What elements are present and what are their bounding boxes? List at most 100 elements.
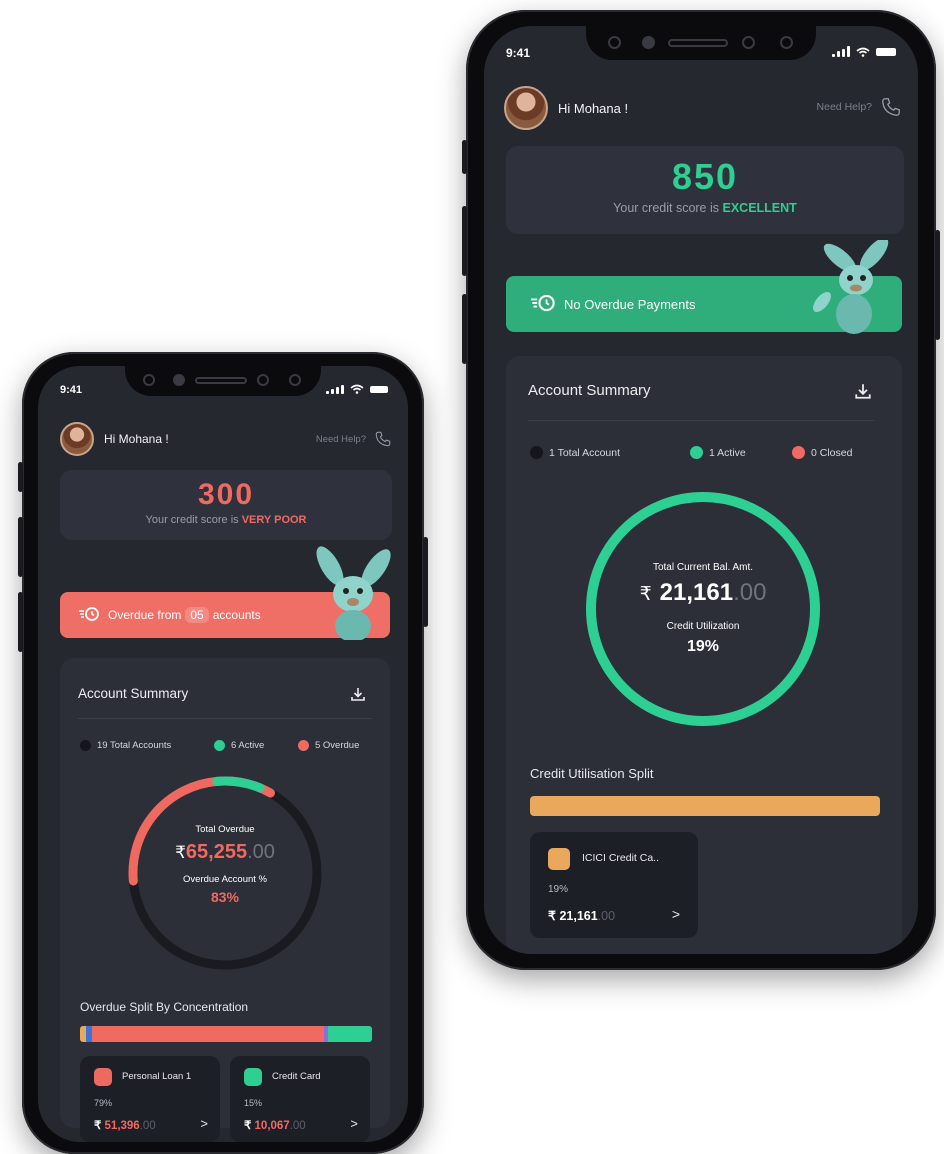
legend-label: 0 Closed: [811, 446, 853, 459]
clock-list-icon: [78, 606, 100, 625]
account-tile-icici-credit-card[interactable]: ICICI Credit Ca.. 19% ₹ 21,161.00 >: [530, 832, 698, 938]
need-help-link[interactable]: Need Help?: [316, 430, 392, 448]
ring-center: Total Overdue ₹65,255.00 Overdue Account…: [126, 824, 324, 905]
credit-score-card: 300 Your credit score is VERY POOR: [60, 470, 392, 540]
credit-score-value: 850: [671, 156, 739, 197]
credit-score-text: Your credit score is: [613, 201, 720, 215]
ring-sub-value: 83%: [210, 889, 240, 905]
tile-name: ICICI Credit Ca..: [582, 852, 660, 864]
status-time: 9:41: [506, 46, 531, 60]
legend-overdue: 5 Overdue: [298, 740, 359, 751]
ring-decimals: .00: [247, 841, 275, 863]
download-icon[interactable]: [854, 382, 872, 400]
legend-total: 1 Total Account: [530, 446, 620, 459]
legend-dot: [792, 446, 805, 459]
screen: 9:41 Hi Mohana ! Need Help? 850 Your cre…: [484, 26, 918, 954]
credit-utilisation-split-bar: [530, 796, 880, 816]
volume-button: [462, 294, 467, 364]
account-tile-credit-card[interactable]: Credit Card 15% ₹ 10,067.00 >: [230, 1056, 370, 1142]
phone-icon: [375, 431, 391, 447]
greeting-row: Hi Mohana !: [504, 86, 628, 130]
phone-icon: [882, 98, 900, 116]
tile-amount: 51,396: [104, 1120, 140, 1132]
signal-icon: [832, 46, 850, 57]
wifi-icon: [350, 384, 364, 394]
split-title: Overdue Split By Concentration: [80, 1000, 249, 1014]
tile-amount: 21,161: [559, 909, 598, 923]
tile-decimals: .00: [289, 1120, 306, 1132]
legend-total: 19 Total Accounts: [80, 740, 171, 751]
account-tile-personal-loan[interactable]: Personal Loan 1 79% ₹ 51,396.00 >: [80, 1056, 220, 1142]
ring-currency: ₹: [639, 584, 652, 605]
volume-button: [462, 140, 467, 174]
legend-dot: [80, 740, 91, 751]
legend-label: 19 Total Accounts: [97, 740, 172, 751]
banner-suffix: accounts: [212, 608, 261, 622]
clock-list-icon: [530, 293, 556, 316]
download-icon[interactable]: [350, 686, 366, 702]
credit-card-icon: [244, 1068, 262, 1086]
legend-active: 6 Active: [214, 740, 264, 751]
battery-icon: [370, 385, 388, 393]
ring-center: Total Current Bal. Amt. ₹21,161.00 Credi…: [584, 562, 822, 656]
tile-currency: ₹: [94, 1120, 102, 1132]
tile-amount: 10,067: [254, 1120, 290, 1132]
bunny-mascot-illustration: [316, 546, 391, 640]
legend-dot: [298, 740, 309, 751]
legend-label: 5 Overdue: [315, 740, 360, 751]
avatar[interactable]: [504, 86, 548, 130]
chevron-right-icon[interactable]: >: [672, 906, 680, 922]
tile-amount-row: ₹ 51,396.00: [94, 1118, 156, 1132]
status-icons: [326, 384, 388, 394]
credit-score-caption: Your credit score is VERY POOR: [60, 514, 392, 526]
greeting-text: Hi Mohana !: [104, 432, 169, 446]
tile-name: Personal Loan 1: [122, 1071, 192, 1082]
split-segment: [92, 1026, 324, 1042]
power-button: [935, 230, 940, 340]
ring-sub-label: Credit Utilization: [666, 621, 740, 632]
credit-score-caption: Your credit score is EXCELLENT: [506, 201, 904, 215]
bunny-mascot-illustration: [813, 240, 889, 334]
credit-score-card: 850 Your credit score is EXCELLENT: [506, 146, 904, 234]
volume-button: [462, 206, 467, 276]
split-segment: [328, 1026, 372, 1042]
ring-amount-row: ₹65,255.00: [126, 841, 324, 864]
credit-card-icon: [548, 848, 570, 870]
legend-label: 1 Active: [709, 446, 746, 459]
ring-currency: ₹: [175, 843, 186, 862]
screen: 9:41 Hi Mohana ! Need Help? 300 Your cre…: [38, 366, 408, 1142]
chevron-right-icon[interactable]: >: [200, 1116, 208, 1131]
ring-amount: 65,255: [185, 841, 248, 863]
tile-amount-row: ₹ 21,161.00: [548, 908, 615, 923]
ring-label: Total Overdue: [195, 824, 255, 835]
overdue-split-bar: [80, 1026, 372, 1042]
legend-dot: [530, 446, 543, 459]
status-time: 9:41: [60, 384, 83, 396]
legend-dot: [690, 446, 703, 459]
tile-decimals: .00: [597, 909, 616, 923]
need-help-link[interactable]: Need Help?: [817, 96, 902, 118]
ring-sub-label: Overdue Account %: [183, 874, 267, 885]
need-help-label: Need Help?: [816, 101, 872, 113]
divider: [528, 420, 874, 421]
tile-percent: 19%: [548, 884, 569, 895]
avatar[interactable]: [60, 422, 94, 456]
ring-label: Total Current Bal. Amt.: [652, 562, 754, 573]
phone-left: 9:41 Hi Mohana ! Need Help? 300 Your cre…: [18, 352, 428, 1154]
tile-percent: 15%: [244, 1098, 263, 1108]
notch: [586, 26, 816, 60]
power-button: [423, 537, 428, 627]
legend-closed: 0 Closed: [792, 446, 852, 459]
ring-sub-value: 19%: [686, 638, 720, 655]
account-summary-title: Account Summary: [78, 686, 189, 701]
banner-text: No Overdue Payments: [564, 296, 696, 312]
notch: [125, 366, 321, 396]
legend-label: 1 Total Account: [549, 446, 621, 459]
chevron-right-icon[interactable]: >: [350, 1116, 358, 1131]
tile-name: Credit Card: [272, 1071, 321, 1082]
volume-button: [18, 592, 23, 652]
split-segment: [530, 796, 880, 816]
legend-dot: [214, 740, 225, 751]
banner-prefix: Overdue from: [108, 608, 182, 622]
credit-score-text: Your credit score is: [145, 514, 239, 526]
